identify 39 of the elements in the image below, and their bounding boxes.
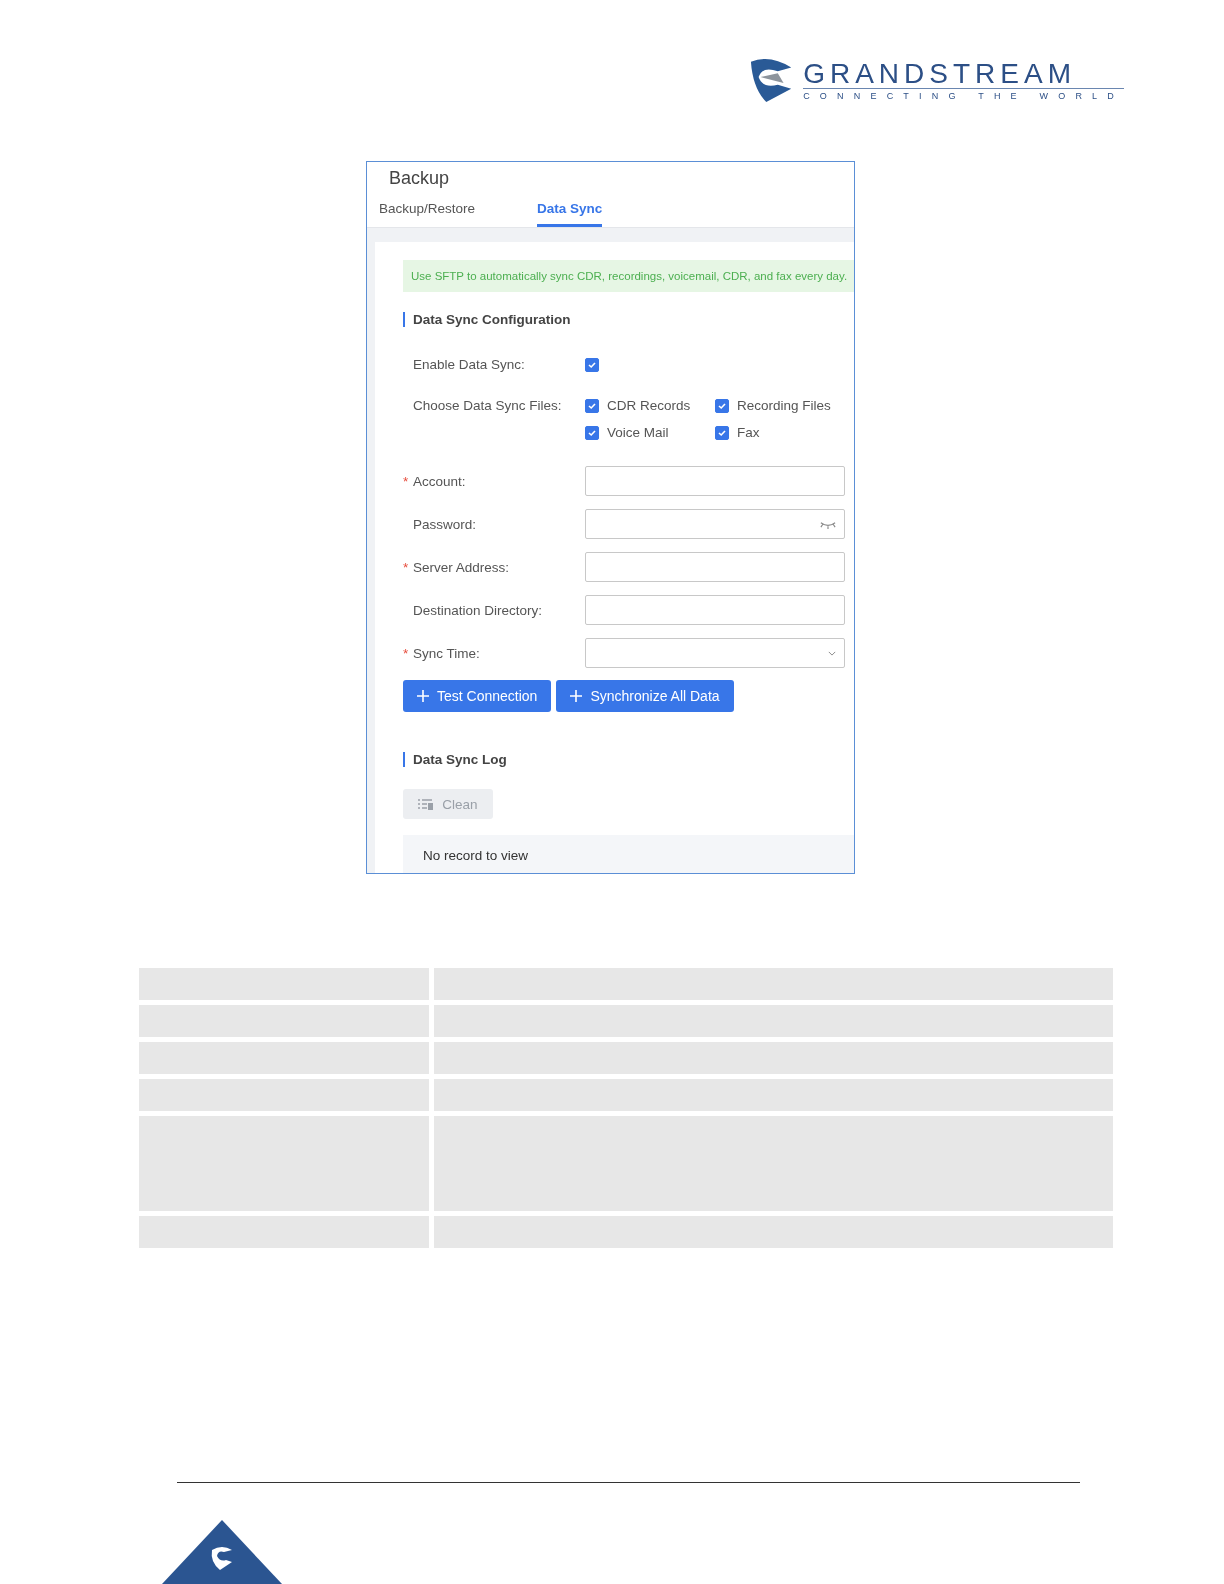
plus-icon xyxy=(570,690,583,702)
required-asterisk: * xyxy=(403,645,409,661)
input-field[interactable] xyxy=(585,466,845,496)
section-heading: Data Sync Configuration xyxy=(403,312,854,327)
password-field[interactable] xyxy=(585,509,845,539)
field-label: Destination Directory: xyxy=(413,602,543,618)
closed-eye-icon[interactable] xyxy=(820,519,836,529)
field-label: Sync Time: xyxy=(413,645,480,661)
info-banner: Use SFTP to automatically sync CDR, recordings, voicemail, CDR, and fax every day. xyxy=(403,260,854,292)
tab[interactable]: Backup/Restore xyxy=(379,201,476,227)
field-label: Enable Data Sync: xyxy=(412,357,526,372)
field-label: Choose Data Sync Files: xyxy=(412,398,563,413)
dropdown-field[interactable] xyxy=(585,638,845,668)
chevron-down-icon xyxy=(828,650,836,656)
list-delete-icon xyxy=(418,798,435,810)
empty-message: No record to view xyxy=(403,835,854,873)
action-button[interactable]: Test Connection xyxy=(403,680,552,712)
checkbox[interactable] xyxy=(715,398,729,413)
checkbox-label: CDR Records xyxy=(607,398,691,413)
checkbox-label: Fax xyxy=(737,425,760,440)
checkbox[interactable] xyxy=(715,425,729,440)
required-asterisk: * xyxy=(403,473,409,489)
checkbox[interactable] xyxy=(585,425,599,440)
checkbox[interactable] xyxy=(585,398,599,413)
field-label: Password: xyxy=(413,516,477,532)
field-label: Account: xyxy=(413,473,466,489)
section-heading: Data Sync Log xyxy=(403,752,854,767)
plus-icon xyxy=(417,690,429,702)
input-field[interactable] xyxy=(585,552,845,582)
logo-tagline: CONNECTING THE WORLD xyxy=(803,90,1124,101)
checkbox-label: Voice Mail xyxy=(607,425,669,440)
checkbox[interactable] xyxy=(585,357,599,372)
action-button[interactable]: Synchronize All Data xyxy=(556,680,734,712)
checkbox-label: Recording Files xyxy=(737,398,831,413)
logo-name: GRANDSTREAM xyxy=(803,59,1124,89)
input-field[interactable] xyxy=(585,595,845,625)
field-label: Server Address: xyxy=(413,559,510,575)
window-title: Backup xyxy=(388,167,451,189)
required-asterisk: * xyxy=(403,559,409,575)
